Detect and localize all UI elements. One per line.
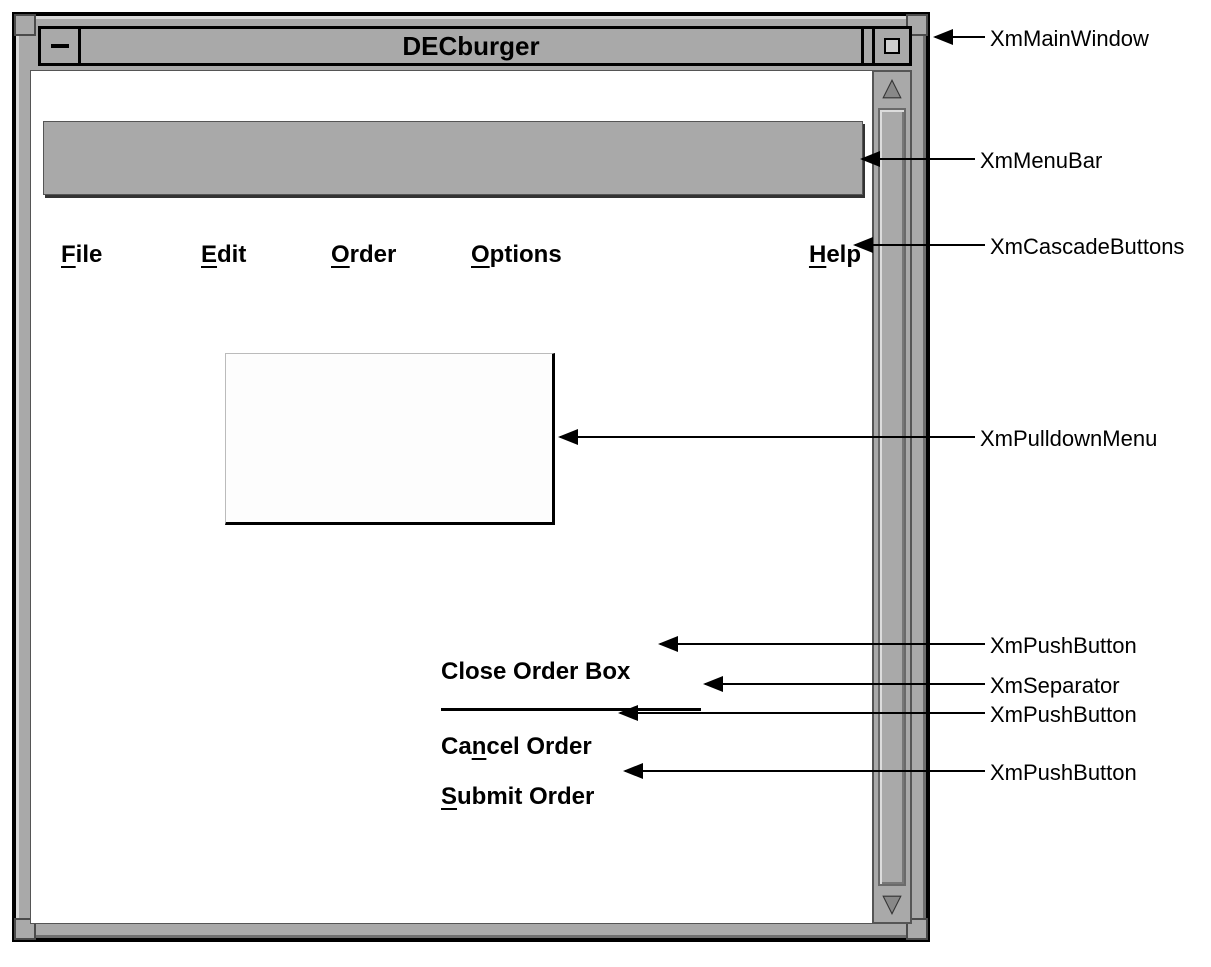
annotation-main-window: XmMainWindow bbox=[990, 26, 1149, 52]
scroll-up-button[interactable] bbox=[874, 72, 910, 106]
cancel-order-button[interactable]: Cancel Order bbox=[441, 733, 721, 761]
pulldown-menu[interactable] bbox=[225, 353, 555, 525]
menu-separator bbox=[441, 708, 701, 711]
annotation-push-button-2: XmPushButton bbox=[990, 702, 1137, 728]
submit-order-button[interactable]: Submit Order bbox=[441, 783, 721, 811]
vertical-scrollbar[interactable] bbox=[872, 70, 912, 924]
menu-bar[interactable] bbox=[43, 121, 863, 195]
cascade-options[interactable]: Options bbox=[471, 241, 562, 269]
window-corner-handle[interactable] bbox=[14, 14, 36, 36]
chevron-up-icon bbox=[883, 80, 901, 98]
title-bar: DECburger bbox=[38, 26, 904, 66]
main-window: DECburger File Edit Order Options Help bbox=[12, 12, 930, 942]
annotation-cascade-buttons: XmCascadeButtons bbox=[990, 234, 1184, 260]
system-menu-button[interactable] bbox=[38, 26, 78, 66]
scrollbar-track[interactable] bbox=[878, 108, 906, 886]
chevron-down-icon bbox=[883, 896, 901, 914]
annotation-push-button-3: XmPushButton bbox=[990, 760, 1137, 786]
maximize-button[interactable] bbox=[872, 26, 912, 66]
cascade-edit[interactable]: Edit bbox=[201, 241, 246, 269]
annotation-push-button-1: XmPushButton bbox=[990, 633, 1137, 659]
annotation-menu-bar: XmMenuBar bbox=[980, 148, 1102, 174]
cascade-order[interactable]: Order bbox=[331, 241, 396, 269]
close-order-box-button[interactable]: Close Order Box bbox=[441, 658, 721, 686]
dash-icon bbox=[51, 44, 69, 48]
window-title: DECburger bbox=[78, 26, 864, 66]
pulldown-menu-items: Close Order Box Cancel Order Submit Orde… bbox=[441, 636, 721, 833]
annotation-separator: XmSeparator bbox=[990, 673, 1120, 699]
cascade-help[interactable]: Help bbox=[809, 241, 861, 269]
cascade-buttons-row: File Edit Order Options Help bbox=[61, 241, 861, 271]
annotation-pulldown-menu: XmPulldownMenu bbox=[980, 426, 1157, 452]
scroll-down-button[interactable] bbox=[874, 888, 910, 922]
cascade-file[interactable]: File bbox=[61, 241, 102, 269]
maximize-icon bbox=[884, 38, 900, 54]
client-area: File Edit Order Options Help Close Order… bbox=[30, 70, 878, 924]
